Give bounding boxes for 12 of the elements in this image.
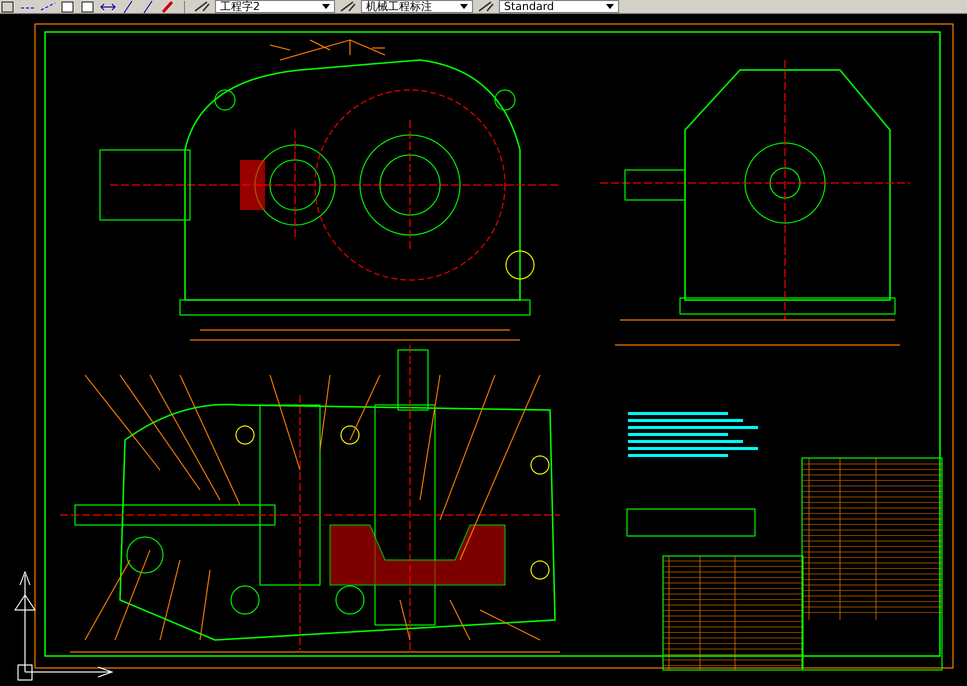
dimension-style-icon[interactable]	[339, 0, 357, 13]
square-icon[interactable]	[80, 0, 96, 14]
style-dropdown[interactable]: Standard	[499, 0, 619, 13]
style-dropdown[interactable]: 工程字2	[215, 0, 335, 13]
table-style-icon[interactable]	[477, 0, 495, 13]
ucs-icon	[14, 570, 114, 680]
rectangle-icon[interactable]	[0, 0, 16, 14]
eraser-icon[interactable]	[160, 0, 176, 14]
line-icon[interactable]	[40, 0, 56, 14]
style-dropdown[interactable]: 机械工程标注	[361, 0, 473, 13]
square-icon[interactable]	[60, 0, 76, 14]
text-style-icon[interactable]	[193, 0, 211, 13]
